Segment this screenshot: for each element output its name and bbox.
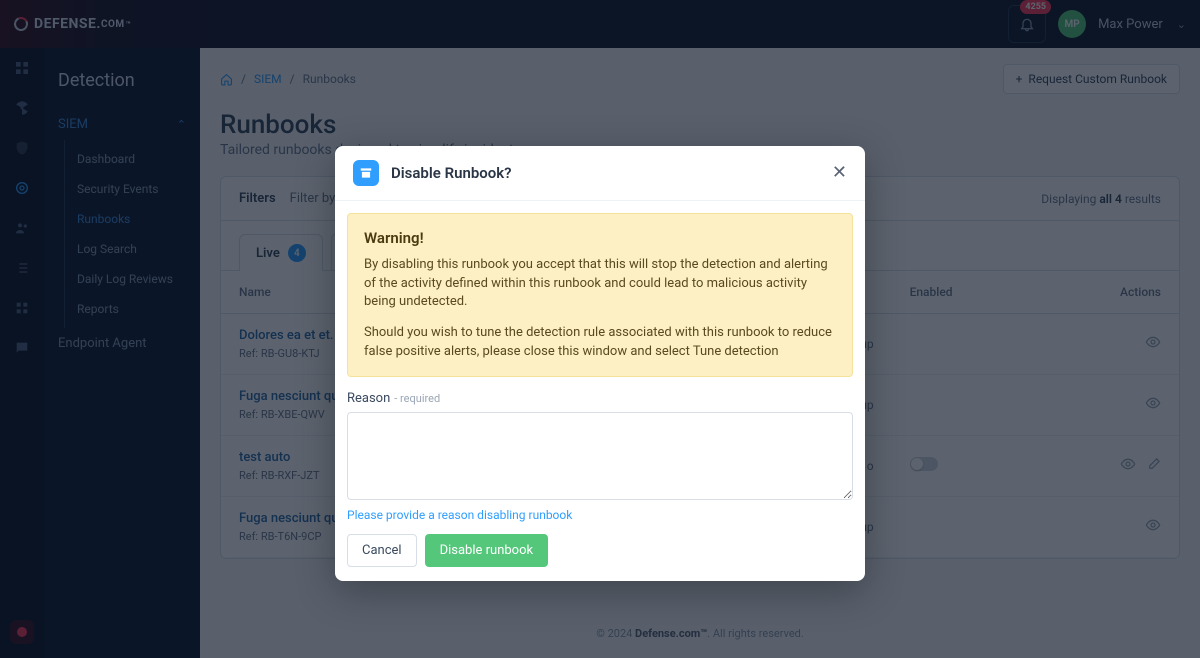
cancel-button[interactable]: Cancel <box>347 534 417 567</box>
disable-runbook-modal: Disable Runbook? ✕ Warning! By disabling… <box>335 146 865 581</box>
reason-textarea[interactable] <box>347 412 853 500</box>
disable-runbook-button[interactable]: Disable runbook <box>425 534 549 567</box>
reason-label: Reason- required <box>347 391 853 406</box>
warning-text-1: By disabling this runbook you accept tha… <box>364 256 836 313</box>
warning-title: Warning! <box>364 228 836 250</box>
reason-error: Please provide a reason disabling runboo… <box>347 508 853 522</box>
modal-title: Disable Runbook? <box>391 164 512 182</box>
warning-box: Warning! By disabling this runbook you a… <box>347 213 853 377</box>
close-icon[interactable]: ✕ <box>832 164 847 182</box>
warning-text-2: Should you wish to tune the detection ru… <box>364 324 836 362</box>
archive-icon <box>353 160 379 186</box>
